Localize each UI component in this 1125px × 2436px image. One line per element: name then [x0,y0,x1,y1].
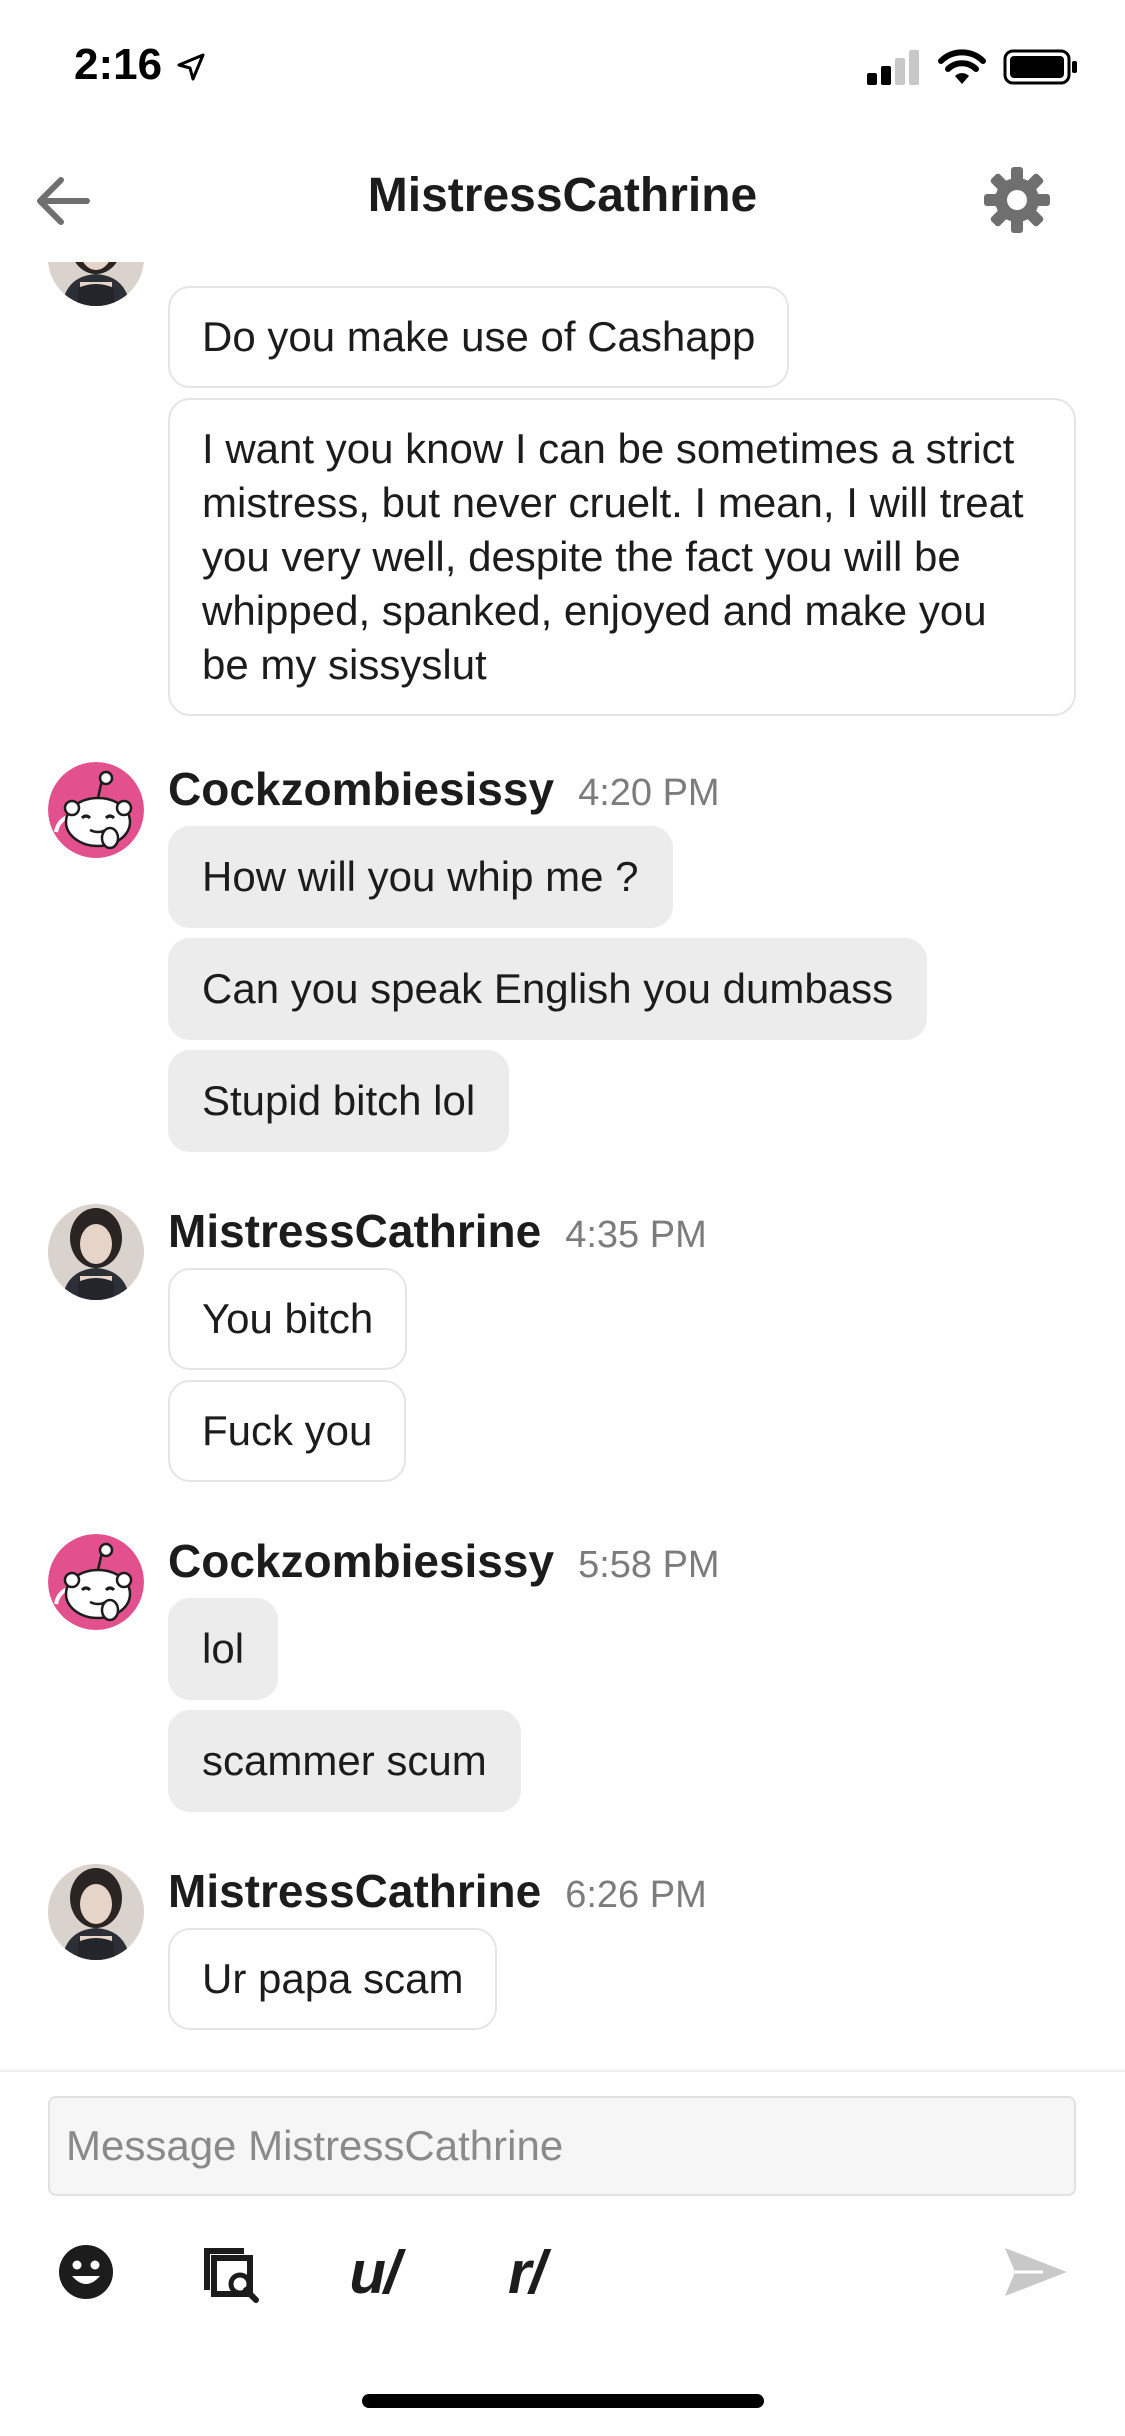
timestamp: 4:35 PM [565,1214,707,1256]
timestamp: 4:20 PM [578,772,720,814]
send-icon [1005,2248,1067,2296]
message-bubble[interactable]: Do you make use of Cashapp [168,286,790,388]
status-time: 2:16 [74,40,163,89]
subreddit-mention-button[interactable]: r/ [486,2232,566,2312]
message-bubble[interactable]: Stupid bitch lol [168,1050,510,1152]
message-bubble[interactable]: Can you speak English you dumbass [168,938,928,1040]
gear-icon [984,167,1050,233]
wifi-icon [937,48,987,91]
message-bubble[interactable]: You bitch [168,1268,408,1370]
user-mention-button[interactable]: u/ [334,2232,414,2312]
snoo-avatar-icon [48,762,144,858]
message-bubble[interactable]: scammer scum [168,1710,521,1812]
message-bubble[interactable]: I want you know I can be sometimes a str… [168,398,1076,716]
avatar[interactable] [48,762,144,858]
chat-header: MistressCathrine [0,140,1125,260]
send-button[interactable] [996,2232,1076,2312]
location-arrow-icon [176,52,206,87]
emoji-button[interactable] [46,2232,126,2312]
snoo-avatar-icon [48,1534,144,1630]
avatar[interactable] [48,1204,144,1300]
status-bar: 2:16 [0,0,1125,140]
page-title: MistressCathrine [367,169,758,222]
image-search-button[interactable] [190,2232,270,2312]
message-group-header: MistressCathrine 6:26 PM [168,1864,707,1918]
message-bubble[interactable]: How will you whip me ? [168,826,673,928]
message-group-header: Cockzombiesissy 5:58 PM [168,1534,720,1588]
message-group-header: Cockzombiesissy 4:20 PM [168,762,720,816]
user-mention-label: u/ [349,2238,400,2306]
message-input[interactable] [48,2096,1076,2196]
avatar[interactable] [48,262,144,306]
username[interactable]: MistressCathrine [168,1204,541,1258]
message-bubble[interactable]: Ur papa scam [168,1928,498,2030]
username[interactable]: MistressCathrine [168,1864,541,1918]
settings-button[interactable] [979,162,1055,238]
message-composer: u/ r/ [0,2070,1125,2340]
username[interactable]: Cockzombiesissy [168,762,554,816]
emoji-icon [59,2245,113,2299]
cellular-signal-icon [865,49,921,90]
avatar[interactable] [48,1534,144,1630]
username[interactable]: Cockzombiesissy [168,1534,554,1588]
timestamp: 5:58 PM [578,1544,720,1586]
home-indicator[interactable] [362,2394,764,2408]
message-bubble[interactable]: Fuck you [168,1380,407,1482]
battery-icon [1003,49,1079,90]
message-bubble[interactable]: lol [168,1598,279,1700]
message-list[interactable]: Do you make use of Cashapp I want you kn… [0,262,1125,2070]
image-search-icon [204,2248,259,2303]
timestamp: 6:26 PM [565,1874,707,1916]
subreddit-mention-label: r/ [507,2238,546,2306]
message-group-header: MistressCathrine 4:35 PM [168,1204,707,1258]
avatar[interactable] [48,1864,144,1960]
